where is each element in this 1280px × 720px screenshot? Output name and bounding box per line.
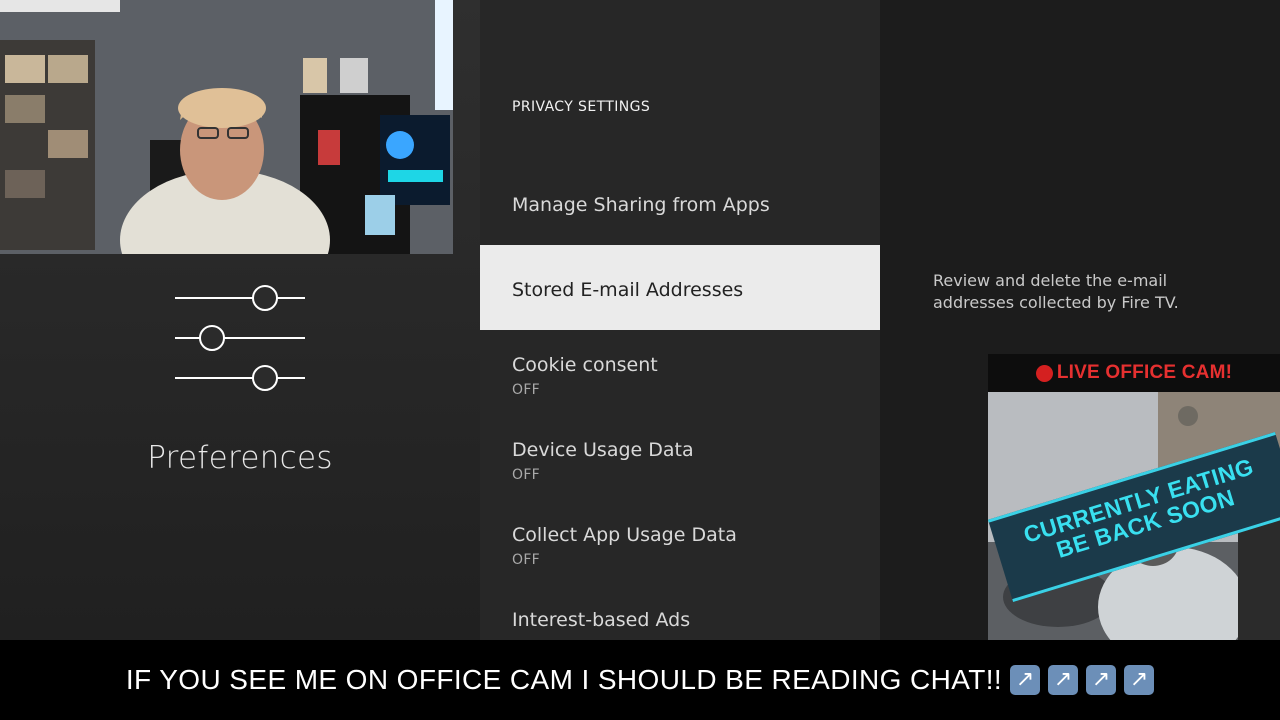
- webcam-feed-image: [0, 0, 453, 254]
- preferences-title: Preferences: [147, 440, 333, 476]
- chat-ticker: IF YOU SEE ME ON OFFICE CAM I SHOULD BE …: [0, 640, 1280, 720]
- north-east-arrow-icon: ↗: [1086, 665, 1117, 695]
- menu-item-label: Device Usage Data: [512, 439, 694, 461]
- preferences-panel: Preferences: [0, 0, 480, 640]
- office-cam-title: LIVE OFFICE CAM!: [1056, 362, 1233, 383]
- sliders-icon: [172, 284, 308, 398]
- north-east-arrow-icon: ↗: [1124, 665, 1155, 695]
- menu-item-manage-sharing[interactable]: Manage Sharing from Apps: [480, 163, 880, 248]
- menu-item-label: Cookie consent: [512, 354, 658, 376]
- menu-item-label: Collect App Usage Data: [512, 524, 737, 546]
- streamer-webcam: [0, 0, 453, 254]
- menu-item-label: Interest-based Ads: [512, 609, 691, 631]
- item-description: Review and delete the e-mail addresses c…: [933, 271, 1179, 312]
- section-title: PRIVACY SETTINGS: [512, 99, 651, 115]
- menu-item-stored-email[interactable]: Stored E-mail Addresses: [480, 245, 880, 330]
- menu-item-status: OFF: [512, 552, 541, 568]
- menu-item-device-usage[interactable]: Device Usage Data OFF: [480, 415, 880, 500]
- office-cam-feed: CURRENTLY EATING BE BACK SOON: [988, 392, 1280, 640]
- office-cam-header: LIVE OFFICE CAM!: [988, 354, 1280, 392]
- north-east-arrow-icon: ↗: [1010, 665, 1041, 695]
- menu-item-app-usage[interactable]: Collect App Usage Data OFF: [480, 500, 880, 585]
- menu-item-status: OFF: [512, 382, 541, 398]
- menu-item-status: OFF: [512, 467, 541, 483]
- menu-item-interest-ads[interactable]: Interest-based Ads: [480, 585, 880, 640]
- live-dot-icon: [1035, 364, 1053, 382]
- menu-item-cookie-consent[interactable]: Cookie consent OFF: [480, 330, 880, 415]
- menu-item-label: Stored E-mail Addresses: [512, 279, 744, 301]
- menu-item-label: Manage Sharing from Apps: [512, 194, 770, 216]
- office-cam-overlay: LIVE OFFICE CAM! CURRENTLY EATING BE BAC…: [988, 354, 1280, 640]
- privacy-settings-menu: PRIVACY SETTINGS Manage Sharing from App…: [480, 0, 880, 640]
- north-east-arrow-icon: ↗: [1048, 665, 1079, 695]
- ticker-text: IF YOU SEE ME ON OFFICE CAM I SHOULD BE …: [125, 664, 1003, 695]
